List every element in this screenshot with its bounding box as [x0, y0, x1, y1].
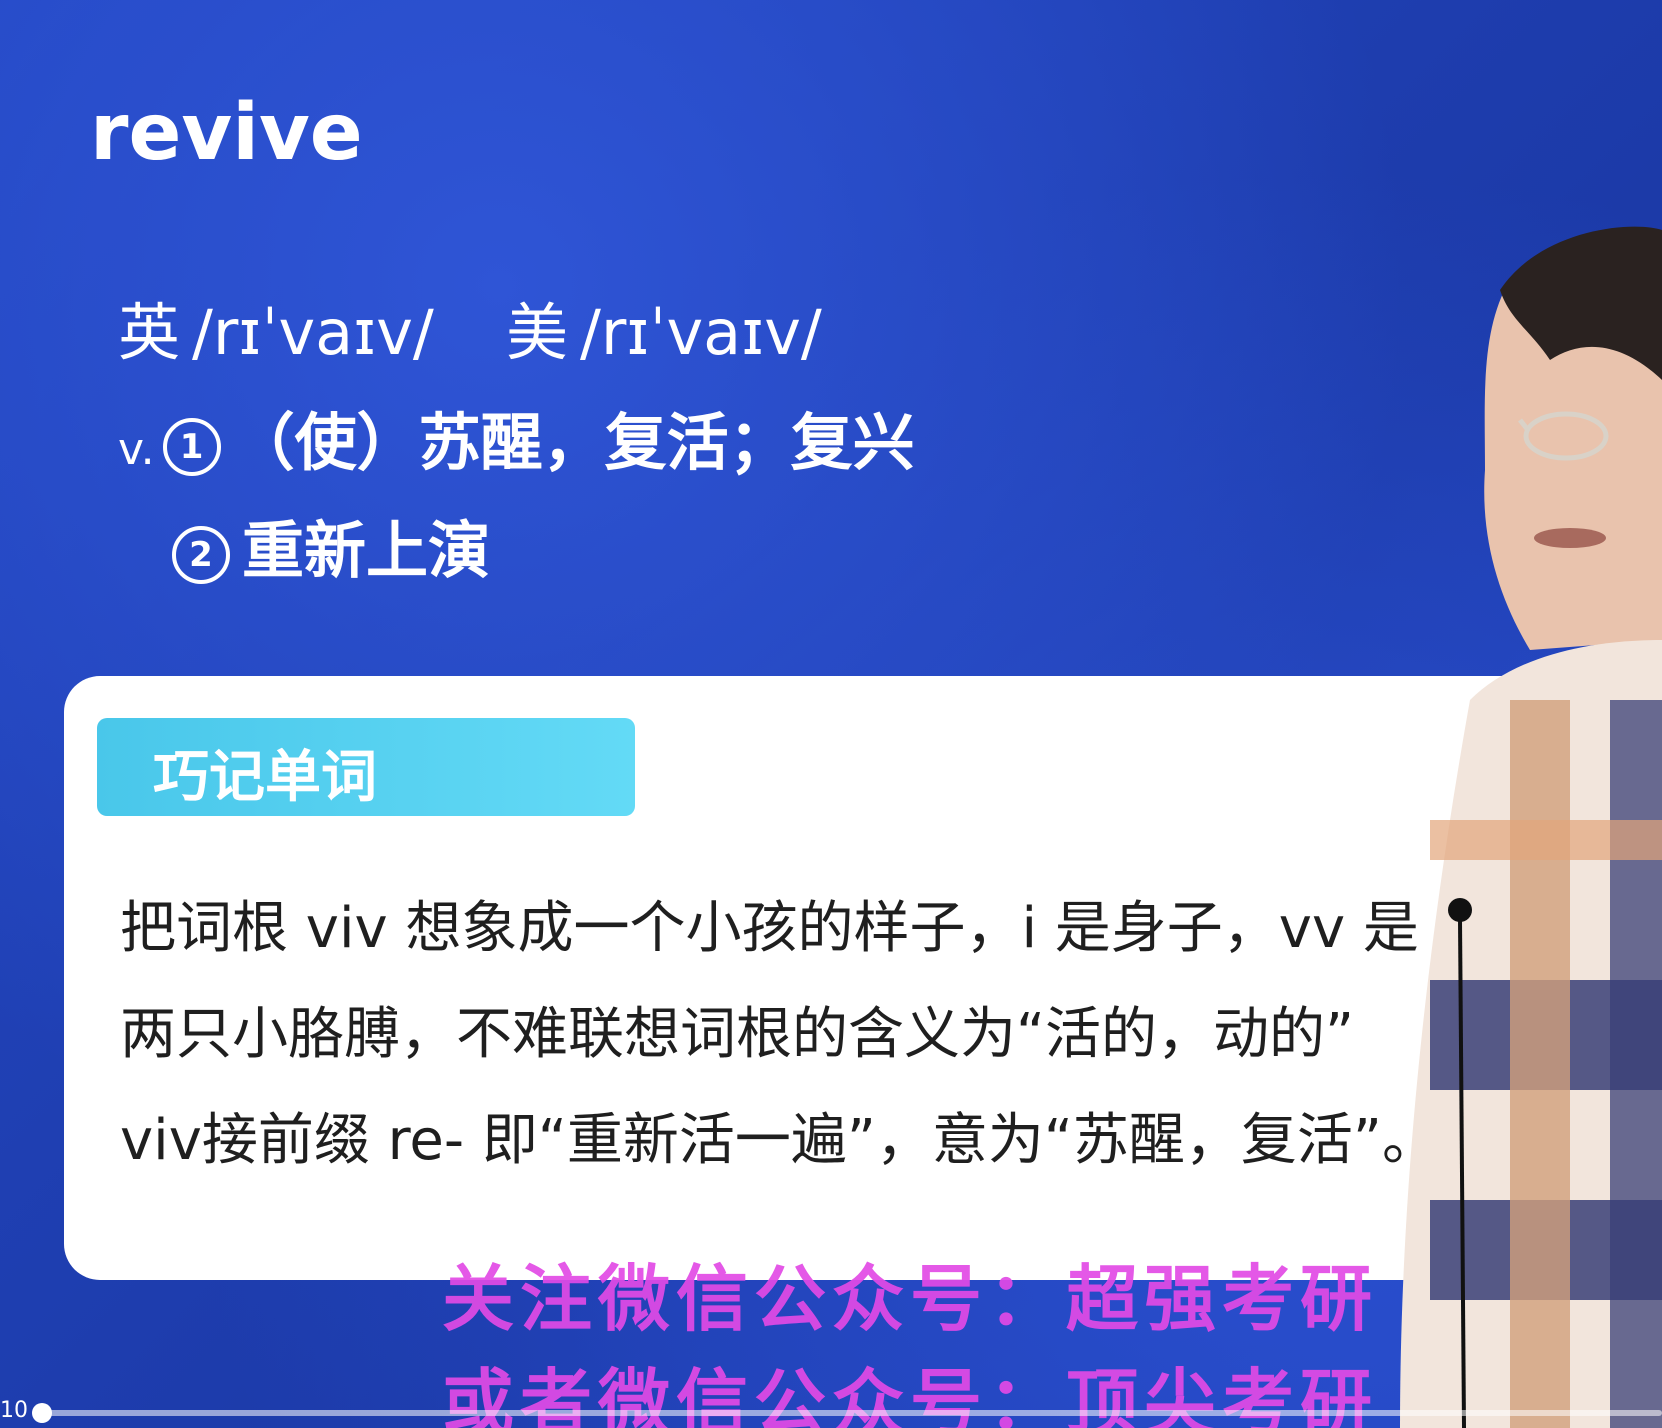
word-title: revive — [90, 88, 363, 178]
watermark-line-1: 关注微信公众号：超强考研 — [442, 1256, 1379, 1341]
memory-tip-line-3: viv接前缀 re- 即“重新活一遍”，意为“苏醒，复活”。 — [120, 1108, 1438, 1173]
part-of-speech: v. — [118, 424, 155, 475]
progress-knob[interactable] — [32, 1403, 52, 1423]
definition-2-text: 重新上演 — [242, 514, 491, 587]
memory-tip-tag-label: 巧记单词 — [153, 745, 377, 810]
memory-tip-text: 把词根 viv 想象成一个小孩的样子，i 是身子，vv 是 两只小胳膊，不难联想… — [120, 876, 1550, 1194]
memory-tip-card: 巧记单词 把词根 viv 想象成一个小孩的样子，i 是身子，vv 是 两只小胳膊… — [64, 676, 1564, 1280]
lesson-video-frame: revive 英/rɪˈvaɪv/ 美/rɪˈvaɪv/ v. 1 （使）苏醒，复活… — [0, 0, 1662, 1428]
memory-tip-tag: 巧记单词 — [97, 718, 635, 816]
phonetic-uk-label: 英 — [118, 296, 181, 369]
definition-1-number: 1 — [162, 418, 221, 476]
playback-time: 10 — [0, 1398, 28, 1423]
definition-1-text: （使）苏醒，复活；复兴 — [232, 406, 915, 479]
definition-2-number: 2 — [172, 526, 230, 584]
phonetic-uk: 英/rɪˈvaɪv/ — [118, 282, 434, 372]
progress-bar[interactable] — [40, 1410, 1662, 1416]
phonetic-uk-ipa: /rɪˈvaɪv/ — [192, 296, 434, 369]
definition-2: 2 重新上演 — [172, 500, 490, 590]
memory-tip-line-1: 把词根 viv 想象成一个小孩的样子，i 是身子，vv 是 — [120, 896, 1419, 961]
phonetic-us: 美/rɪˈvaɪv/ — [506, 282, 822, 372]
phonetic-us-ipa: /rɪˈvaɪv/ — [580, 296, 822, 369]
presenter-image — [1400, 226, 1662, 1428]
phonetic-us-label: 美 — [506, 296, 569, 369]
definition-1: v. 1 （使）苏醒，复活；复兴 — [118, 392, 915, 482]
memory-tip-line-2: 两只小胳膊，不难联想词根的含义为“活的，动的” — [120, 1002, 1355, 1067]
